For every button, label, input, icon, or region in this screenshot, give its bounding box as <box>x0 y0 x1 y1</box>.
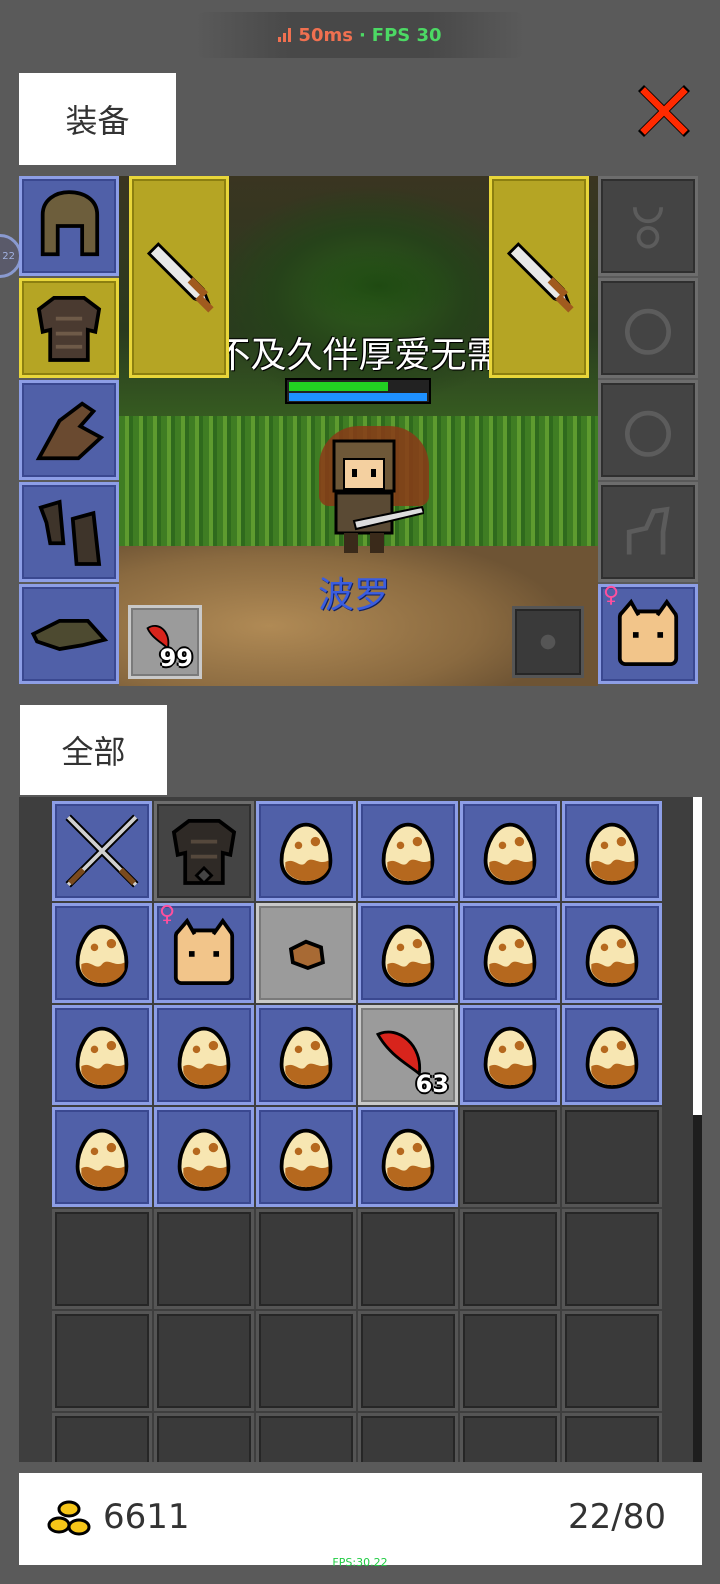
inventory-slot-empty[interactable] <box>562 1107 662 1207</box>
sword-icon <box>506 242 574 313</box>
inventory-slot-empty[interactable] <box>460 1311 560 1411</box>
ring-icon <box>624 308 672 355</box>
inventory-slot-empty[interactable] <box>358 1413 458 1462</box>
equip-slot-pet[interactable]: ♀ <box>598 583 698 684</box>
item-count: 63 <box>415 1070 449 1098</box>
equip-slot-gloves[interactable] <box>19 380 119 480</box>
armor-icon <box>36 296 102 362</box>
inventory-slot[interactable] <box>358 903 458 1003</box>
player-name: 波罗 <box>317 575 390 616</box>
weapon-slot-right[interactable] <box>489 176 589 378</box>
equip-slot-armor[interactable] <box>19 278 119 378</box>
inventory-slot-empty[interactable] <box>154 1311 254 1411</box>
inventory-slot-empty[interactable] <box>52 1209 152 1309</box>
inventory-slot[interactable] <box>358 1107 458 1207</box>
inventory-slot-empty[interactable] <box>256 1311 356 1411</box>
inventory-slot-empty[interactable] <box>562 1311 662 1411</box>
ping-label: 50ms <box>298 24 353 46</box>
inventory-slot-empty[interactable] <box>358 1311 458 1411</box>
inventory-slot[interactable] <box>154 1107 254 1207</box>
inventory-slot-empty[interactable] <box>154 1413 254 1462</box>
glove-icon <box>35 401 105 461</box>
inventory-grid[interactable]: ♀ 63 <box>19 797 702 1462</box>
hat-icon <box>30 618 109 651</box>
inventory-slot[interactable] <box>460 1005 560 1105</box>
tab-equipment[interactable]: 装备 <box>19 73 176 165</box>
weapon-slot-left[interactable] <box>129 176 229 378</box>
inventory-slot-empty[interactable] <box>52 1413 152 1462</box>
inventory-slot[interactable] <box>52 1005 152 1105</box>
inventory-slot-empty[interactable] <box>562 1413 662 1462</box>
female-icon: ♀ <box>159 902 176 927</box>
inventory-slot[interactable] <box>562 801 662 901</box>
inventory-slot[interactable]: 63 <box>358 1005 458 1105</box>
equip-slot-helmet[interactable] <box>19 176 119 276</box>
equip-slot-boots[interactable] <box>19 482 119 582</box>
equip-slot-necklace[interactable] <box>598 176 698 276</box>
inventory-slot[interactable] <box>52 801 152 901</box>
sword-icon <box>146 242 214 313</box>
gold-icon <box>47 1500 91 1536</box>
inventory-slot-empty[interactable] <box>358 1209 458 1309</box>
equip-slot-ring-2[interactable] <box>598 380 698 480</box>
mp-fill <box>289 393 427 401</box>
equip-slot-hat[interactable] <box>19 584 119 684</box>
inventory-slot[interactable] <box>256 801 356 901</box>
skill-slot[interactable] <box>512 606 584 678</box>
inventory-slot[interactable] <box>52 1107 152 1207</box>
inventory-slot[interactable] <box>154 801 254 901</box>
inventory-slot-empty[interactable] <box>154 1209 254 1309</box>
quick-item-count: 99 <box>159 644 193 672</box>
inventory-slot[interactable] <box>256 1005 356 1105</box>
female-icon: ♀ <box>603 583 620 608</box>
ring-icon <box>624 410 672 457</box>
network-status: 50ms · FPS 30 <box>195 12 525 58</box>
inventory-slot[interactable]: ♀ <box>154 902 254 1003</box>
tab-all[interactable]: 全部 <box>20 705 167 795</box>
signal-icon <box>278 28 292 42</box>
quick-item-slot[interactable]: 99 <box>128 605 202 679</box>
helmet-icon <box>40 190 100 257</box>
inventory-slot-empty[interactable] <box>562 1209 662 1309</box>
inventory-footer: 6611 22/80 <box>19 1473 702 1565</box>
equip-slot-mount[interactable] <box>598 482 698 582</box>
debug-fps: FPS:30.22 <box>332 1556 388 1569</box>
inventory-slot[interactable] <box>358 801 458 901</box>
inventory-slot[interactable] <box>52 903 152 1003</box>
separator: · <box>358 24 366 46</box>
inventory-slot[interactable] <box>562 903 662 1003</box>
scrollbar-thumb[interactable] <box>693 797 702 1115</box>
inventory-scrollbar[interactable] <box>693 797 702 1462</box>
inventory-slot[interactable] <box>562 1005 662 1105</box>
inventory-slot[interactable] <box>460 903 560 1003</box>
inventory-slot[interactable] <box>256 1107 356 1207</box>
close-icon[interactable] <box>632 79 696 143</box>
inventory-slot[interactable] <box>154 1005 254 1105</box>
boot-icon <box>38 499 102 566</box>
inventory-slot-empty[interactable] <box>256 1209 356 1309</box>
inventory-slot[interactable] <box>256 903 356 1003</box>
inventory-slot-empty[interactable] <box>460 1413 560 1462</box>
player-character <box>304 421 426 561</box>
health-bar <box>285 378 431 404</box>
mount-icon <box>626 506 670 555</box>
inventory-slot[interactable] <box>460 801 560 901</box>
inventory-slot-empty[interactable] <box>460 1209 560 1309</box>
equip-slot-ring-1[interactable] <box>598 278 698 378</box>
inventory-slot-empty[interactable] <box>460 1107 560 1207</box>
hp-fill <box>289 382 389 391</box>
fps-label: FPS 30 <box>371 24 442 46</box>
inventory-slot-empty[interactable] <box>256 1413 356 1462</box>
game-screen: { "network": {"ping": "50ms", "separator… <box>0 0 720 1584</box>
gold-amount: 6611 <box>103 1497 190 1537</box>
inventory-slot-empty[interactable] <box>52 1311 152 1411</box>
bag-capacity: 22/80 <box>568 1497 666 1537</box>
necklace-icon <box>632 206 664 249</box>
